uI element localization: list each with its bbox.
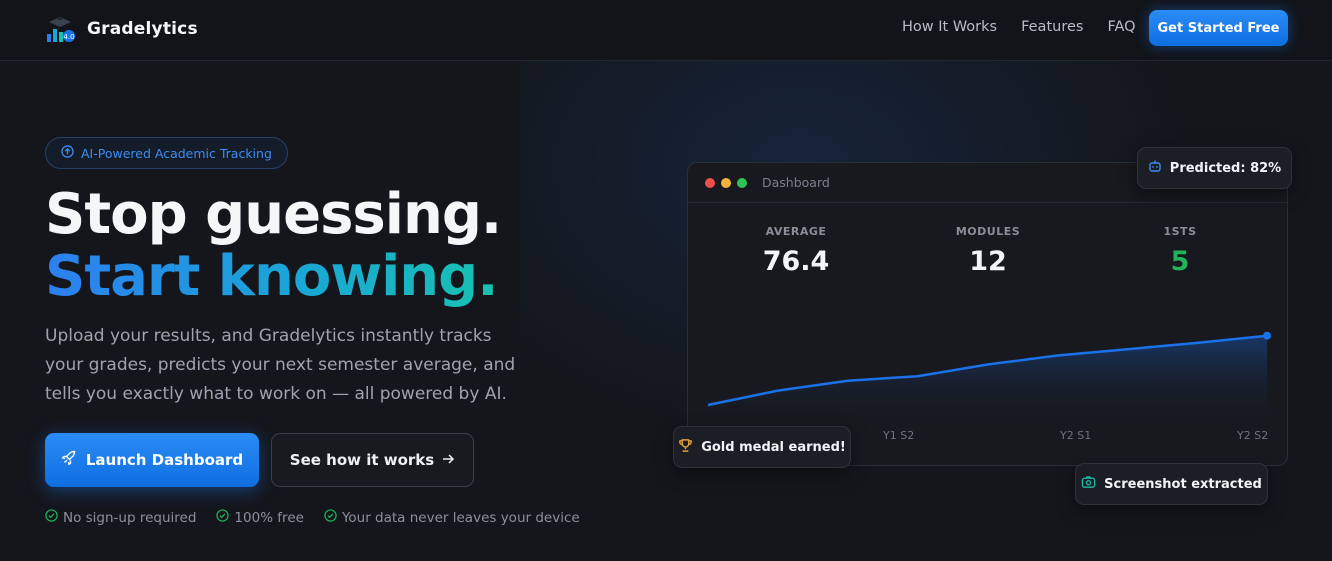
- robot-icon: [1148, 159, 1162, 177]
- nav-how-it-works[interactable]: How It Works: [902, 19, 997, 35]
- stat-value: 12: [969, 246, 1007, 277]
- predicted-label: Predicted: 82%: [1169, 160, 1282, 176]
- stat-modules: MODULES 12: [888, 225, 1088, 277]
- x-tick-label: Y1 S2: [883, 429, 915, 442]
- hero-subtitle: Upload your results, and Gradelytics ins…: [45, 326, 516, 404]
- hero-title-line2: Start knowing.: [45, 246, 501, 308]
- grade-trend-chart: [707, 331, 1271, 421]
- screenshot-chip: Screenshot extracted: [1075, 463, 1268, 505]
- hero-badge-label: AI-Powered Academic Tracking: [81, 145, 272, 161]
- window-maximize-dot: [737, 177, 747, 188]
- screenshot-label: Screenshot extracted: [1104, 476, 1262, 492]
- graduation-cap-icon: 4.0: [45, 14, 79, 44]
- stat-label: 1STS: [1163, 225, 1197, 238]
- top-navigation: 4.0 Gradelytics How It Works Features FA…: [0, 0, 1332, 61]
- window-close-dot: [705, 177, 715, 188]
- check-circle-icon: [216, 509, 230, 526]
- stat-label: AVERAGE: [765, 225, 827, 238]
- x-tick-label: Y2 S2: [1237, 429, 1269, 442]
- check-label: 100% free: [234, 509, 304, 526]
- dashboard-preview: Dashboard AVERAGE 76.4 MODULES 12 1STS 5…: [687, 162, 1288, 466]
- check-label: No sign-up required: [63, 509, 197, 526]
- trophy-icon: [678, 438, 693, 457]
- stat-average: AVERAGE 76.4: [696, 225, 896, 277]
- svg-text:4.0: 4.0: [63, 33, 74, 41]
- gold-medal-chip: Gold medal earned!: [673, 426, 851, 468]
- hero-badge: AI-Powered Academic Tracking: [45, 137, 288, 169]
- arrow-right-icon: [442, 451, 455, 469]
- hero-checks: No sign-up required 100% free Your data …: [45, 509, 580, 526]
- stat-label: MODULES: [955, 225, 1021, 238]
- camera-icon: [1081, 475, 1096, 493]
- check-circle-icon: [45, 509, 58, 526]
- nav-features[interactable]: Features: [1021, 19, 1083, 35]
- stat-value: 5: [1170, 246, 1190, 277]
- stat-value: 76.4: [762, 246, 830, 277]
- check-item: Your data never leaves your device: [324, 509, 580, 526]
- gold-medal-label: Gold medal earned!: [701, 439, 846, 455]
- see-how-it-works-label: See how it works: [289, 451, 435, 469]
- window-minimize-dot: [721, 177, 731, 188]
- brand-name: Gradelytics: [87, 19, 198, 39]
- stat-firsts: 1STS 5: [1080, 225, 1280, 277]
- check-item: No sign-up required: [45, 509, 196, 526]
- nav-faq[interactable]: FAQ: [1107, 19, 1135, 35]
- hero-title-line1: Stop guessing.: [45, 182, 502, 247]
- main-nav: How It Works Features FAQ: [902, 19, 1136, 35]
- hero-title: Stop guessing. Start knowing.: [45, 182, 502, 308]
- trend-endpoint: [1263, 331, 1271, 340]
- predicted-chip: Predicted: 82%: [1137, 147, 1292, 189]
- check-item: 100% free: [216, 509, 304, 526]
- rocket-icon: [61, 450, 77, 470]
- arrow-up-circle-icon: [61, 145, 74, 161]
- launch-dashboard-label: Launch Dashboard: [85, 451, 244, 469]
- check-circle-icon: [324, 509, 337, 526]
- get-started-button[interactable]: Get Started Free: [1149, 10, 1288, 46]
- see-how-it-works-button[interactable]: See how it works: [271, 433, 474, 487]
- check-label: Your data never leaves your device: [341, 509, 580, 526]
- trend-area: [708, 335, 1267, 421]
- brand-logo[interactable]: 4.0 Gradelytics: [45, 14, 198, 44]
- dashboard-title: Dashboard: [762, 175, 830, 190]
- x-tick-label: Y2 S1: [1060, 429, 1092, 442]
- launch-dashboard-button[interactable]: Launch Dashboard: [45, 433, 259, 487]
